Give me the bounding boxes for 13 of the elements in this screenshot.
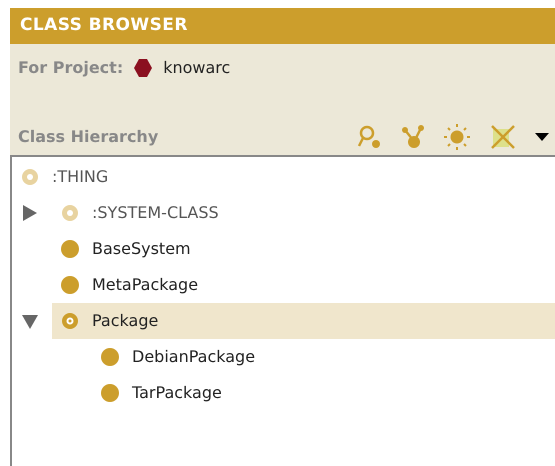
dropdown-icon[interactable] [535,133,549,141]
panel-title: CLASS BROWSER [20,14,188,38]
delete-icon[interactable] [489,123,517,151]
collapse-arrow-icon[interactable] [22,313,38,329]
expand-arrow-icon[interactable] [22,205,38,221]
tree-item[interactable]: Package [52,303,555,339]
sun-icon[interactable] [443,123,471,151]
project-label: For Project: [18,57,124,79]
search-icon[interactable] [357,124,383,150]
subclass-icon[interactable] [401,124,425,150]
section-label: Class Hierarchy [18,126,158,148]
project-icon [133,58,154,78]
project-name: knowarc [163,57,230,79]
